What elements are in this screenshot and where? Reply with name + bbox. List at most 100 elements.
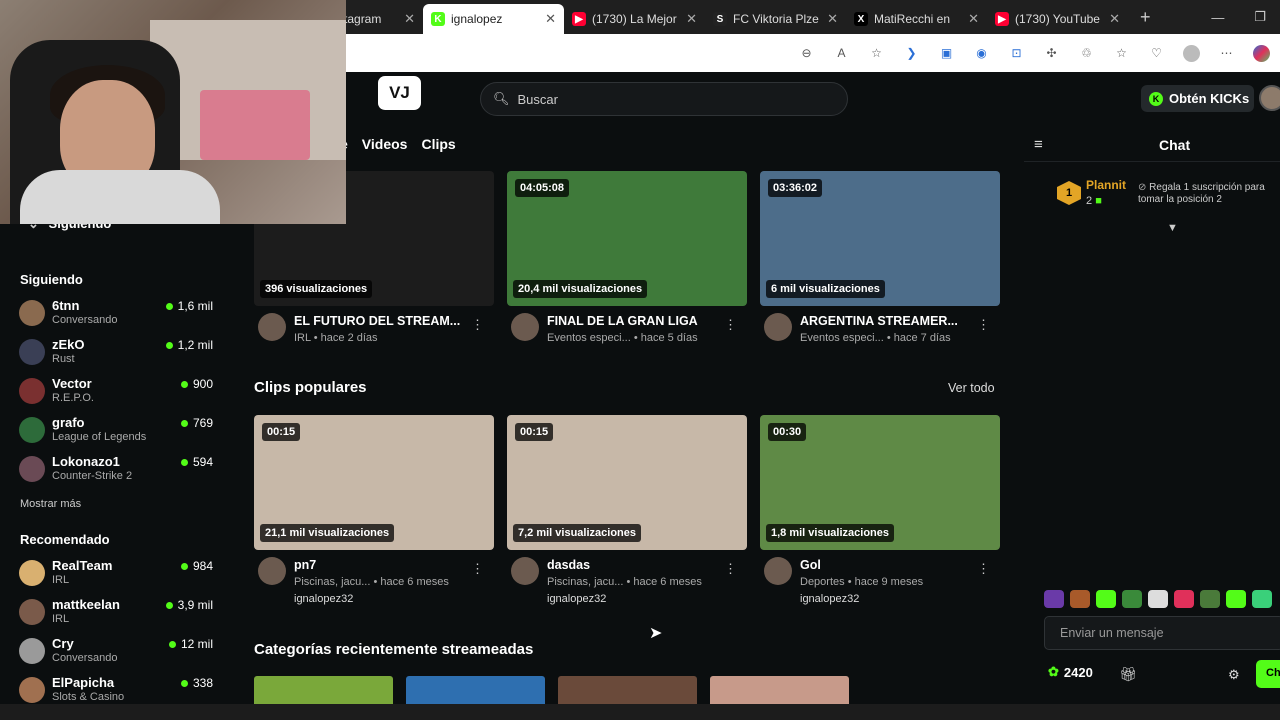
collapse-chat-icon[interactable]: ≡ xyxy=(1034,136,1043,153)
clip-channel[interactable]: ignalopez32 xyxy=(294,593,353,605)
card-title[interactable]: ARGENTINA STREAMER... xyxy=(800,314,958,328)
clip-channel[interactable]: ignalopez32 xyxy=(800,593,859,605)
avatar[interactable] xyxy=(764,313,792,341)
profile-icon[interactable] xyxy=(1183,44,1200,62)
chat-send-button[interactable]: Ch xyxy=(1256,660,1280,688)
favorite-star-icon[interactable]: ☆ xyxy=(868,45,885,62)
copilot-icon[interactable] xyxy=(1253,44,1270,62)
info-icon: ⊘ xyxy=(1138,182,1150,193)
collections-icon[interactable]: ☆ xyxy=(1113,45,1130,62)
emote-icon[interactable] xyxy=(1252,590,1272,608)
viewer-count-value: 900 xyxy=(192,377,213,391)
close-icon[interactable]: ✕ xyxy=(968,11,979,27)
sidebar-item-mattkeelan[interactable]: mattkeelan IRL 3,9 mil xyxy=(19,597,219,633)
thumbnail[interactable]: 04:05:08 20,4 mil visualizaciones xyxy=(507,171,747,306)
sidebar-item-zeko[interactable]: zEkO Rust 1,2 mil xyxy=(19,337,219,373)
browser-tab[interactable]: X MatiRecchi en ✕ xyxy=(846,4,987,34)
health-icon[interactable]: ♡ xyxy=(1148,45,1165,62)
views-badge: 6 mil visualizaciones xyxy=(766,280,885,298)
screenshot-icon[interactable]: ⊡ xyxy=(1008,45,1025,62)
card-title[interactable]: pn7 xyxy=(294,558,316,572)
close-icon[interactable]: ✕ xyxy=(827,11,838,27)
extension-icon[interactable]: ◉ xyxy=(973,45,990,62)
live-dot-icon xyxy=(180,419,188,427)
more-options-icon[interactable]: ⋮ xyxy=(471,561,484,577)
more-options-icon[interactable]: ⋮ xyxy=(977,317,990,333)
read-aloud-icon[interactable]: A xyxy=(833,45,850,62)
sidebar-item-grafo[interactable]: grafo League of Legends 769 xyxy=(19,415,219,451)
avatar[interactable] xyxy=(511,557,539,585)
new-tab-button[interactable]: + xyxy=(1128,7,1163,28)
close-icon[interactable]: ✕ xyxy=(545,11,556,27)
more-options-icon[interactable]: ⋮ xyxy=(471,317,484,333)
more-menu-icon[interactable]: ⋯ xyxy=(1218,45,1235,62)
show-more-link[interactable]: Mostrar más xyxy=(20,498,81,510)
expand-pinned-icon[interactable]: ▼ xyxy=(1167,222,1178,234)
get-kicks-label: Obtén KICKs xyxy=(1169,91,1250,106)
thumbnail[interactable]: 00:15 7,2 mil visualizaciones xyxy=(507,415,747,550)
card-title[interactable]: EL FUTURO DEL STREAM... xyxy=(294,314,460,328)
sidebar-item-vector[interactable]: Vector R.E.P.O. 900 xyxy=(19,376,219,412)
tab-title: (1730) YouTube xyxy=(1015,12,1100,26)
emote-icon[interactable] xyxy=(1226,590,1246,608)
extension-icon[interactable]: ▣ xyxy=(938,45,955,62)
card-title[interactable]: FINAL DE LA GRAN LIGA xyxy=(547,314,698,328)
emote-icon[interactable] xyxy=(1174,590,1194,608)
sidebar-item-lokonazo1[interactable]: Lokonazo1 Counter-Strike 2 594 xyxy=(19,454,219,490)
site-logo[interactable]: VJ xyxy=(378,76,421,110)
avatar[interactable] xyxy=(1259,85,1280,111)
thumbnail[interactable]: 00:30 1,8 mil visualizaciones xyxy=(760,415,1000,550)
emote-icon[interactable] xyxy=(1122,590,1142,608)
emote-icon[interactable] xyxy=(1148,590,1168,608)
see-all-link[interactable]: Ver todo xyxy=(948,381,995,395)
more-options-icon[interactable]: ⋮ xyxy=(724,317,737,333)
card-title[interactable]: Gol xyxy=(800,558,821,572)
emote-icon[interactable] xyxy=(1200,590,1220,608)
zoom-icon[interactable]: ⊖ xyxy=(798,45,815,62)
thumbnail[interactable]: 03:36:02 6 mil visualizaciones xyxy=(760,171,1000,306)
extension-icon[interactable]: ❯ xyxy=(903,45,920,62)
avatar[interactable] xyxy=(258,557,286,585)
sidebar-item-cry[interactable]: Cry Conversando 12 mil xyxy=(19,636,219,672)
minimize-icon[interactable]: — xyxy=(1211,10,1224,25)
clip-channel[interactable]: ignalopez32 xyxy=(547,593,606,605)
maximize-icon[interactable]: ❐ xyxy=(1254,9,1266,25)
tab-title: ignalopez xyxy=(451,12,503,26)
browser-tab[interactable]: S FC Viktoria Plze ✕ xyxy=(705,4,846,34)
browser-tab[interactable]: Kignalopez ✕ xyxy=(423,4,564,34)
gear-icon[interactable]: ⚙ xyxy=(1228,667,1240,683)
category-thumbnail[interactable] xyxy=(254,676,393,704)
chat-message-input[interactable]: Enviar un mensaje xyxy=(1044,616,1280,650)
category-thumbnail[interactable] xyxy=(406,676,545,704)
browser-tab[interactable]: ▶ (1730) La Mejor ✕ xyxy=(564,4,705,34)
emote-icon[interactable] xyxy=(1096,590,1116,608)
search-input[interactable]: 🔍︎ Buscar xyxy=(480,82,848,116)
browser-tab[interactable]: ▶ (1730) YouTube ✕ xyxy=(987,4,1128,34)
sidebar-item-6tnn[interactable]: 6tnn Conversando 1,6 mil xyxy=(19,298,219,334)
avatar[interactable] xyxy=(258,313,286,341)
gift-icon[interactable]: 🎁︎ xyxy=(1119,666,1137,683)
category-thumbnail[interactable] xyxy=(558,676,697,704)
avatar[interactable] xyxy=(764,557,792,585)
tab-videos[interactable]: Videos xyxy=(362,136,408,152)
tab-clips[interactable]: Clips xyxy=(421,136,455,152)
emote-icon[interactable] xyxy=(1044,590,1064,608)
thumbnail[interactable]: 00:15 21,1 mil visualizaciones xyxy=(254,415,494,550)
pinned-username[interactable]: Plannit xyxy=(1086,178,1126,192)
card-title[interactable]: dasdas xyxy=(547,558,590,572)
close-icon[interactable]: ✕ xyxy=(686,11,697,27)
close-icon[interactable]: ✕ xyxy=(404,11,415,27)
sidebar-item-realteam[interactable]: RealTeam IRL 984 xyxy=(19,558,219,594)
gift-count: 2 xyxy=(1086,195,1093,207)
more-options-icon[interactable]: ⋮ xyxy=(977,561,990,577)
tab-favicon-icon: S xyxy=(713,12,727,26)
emote-icon[interactable] xyxy=(1070,590,1090,608)
more-options-icon[interactable]: ⋮ xyxy=(724,561,737,577)
category-thumbnail[interactable] xyxy=(710,676,849,704)
close-icon[interactable]: ✕ xyxy=(1109,11,1120,27)
avatar[interactable] xyxy=(511,313,539,341)
get-kicks-button[interactable]: K Obtén KICKs xyxy=(1141,85,1254,112)
extension-icon[interactable]: ♲ xyxy=(1078,45,1095,62)
extensions-puzzle-icon[interactable]: ✣ xyxy=(1043,45,1060,62)
channel-points[interactable]: ✿ 2420 xyxy=(1048,664,1093,680)
